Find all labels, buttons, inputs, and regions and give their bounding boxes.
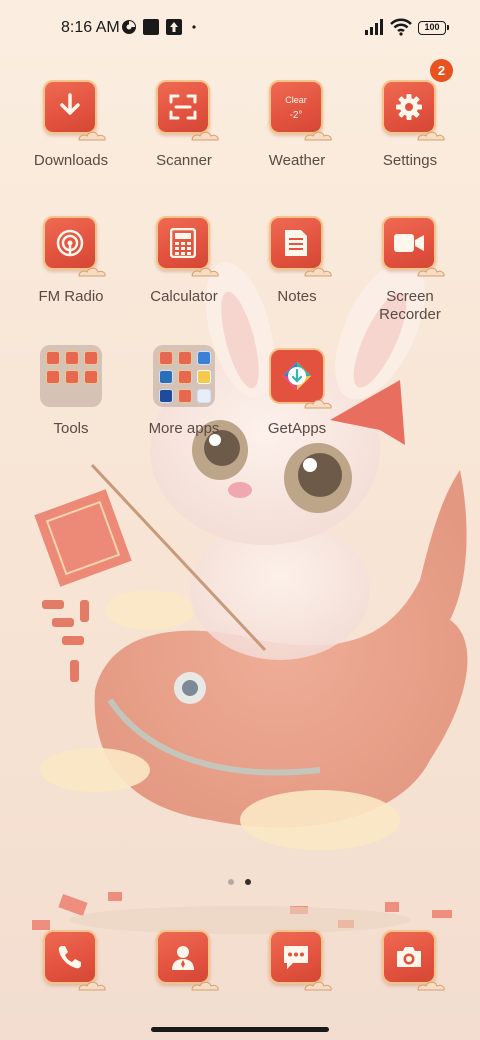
cloud-decoration-icon <box>304 981 332 991</box>
dock-camera[interactable] <box>378 926 445 991</box>
dock-messages[interactable] <box>265 926 332 991</box>
cloud-decoration-icon <box>78 131 106 141</box>
cloud-decoration-icon <box>78 267 106 277</box>
phone-icon <box>58 946 81 969</box>
app-label-settings: Settings <box>382 152 438 169</box>
weather-temperature: -2° <box>289 110 303 121</box>
cloud-decoration-icon <box>191 131 219 141</box>
folder-label-tools: Tools <box>53 420 89 437</box>
status-time: 8:16 AM <box>61 19 120 36</box>
notes-icon <box>285 230 307 256</box>
folder-more-apps[interactable]: More apps <box>128 344 240 438</box>
app-label-getapps: GetApps <box>267 420 327 437</box>
app-label-downloads: Downloads <box>33 152 109 169</box>
download-arrow-icon <box>60 93 80 115</box>
app-weather[interactable]: Clear -2° Weather <box>241 76 353 170</box>
weather-condition: Clear <box>285 95 307 105</box>
square-notification-icon <box>143 19 159 35</box>
video-camera-icon <box>394 234 424 252</box>
cloud-decoration-icon <box>304 267 332 277</box>
folder-icon <box>153 345 215 407</box>
data-saver-icon <box>122 20 136 34</box>
folder-tools[interactable]: Tools <box>15 344 127 438</box>
app-label-calculator: Calculator <box>150 288 218 305</box>
cloud-decoration-icon <box>78 981 106 991</box>
home-gesture-bar[interactable] <box>151 1027 329 1032</box>
scan-frame-icon <box>169 94 197 120</box>
app-settings[interactable]: Settings <box>354 76 466 170</box>
battery-icon: 100 <box>418 21 449 35</box>
signal-icon <box>365 19 383 35</box>
app-downloads[interactable]: Downloads <box>15 76 127 170</box>
app-getapps[interactable]: GetApps <box>241 344 353 438</box>
app-notes[interactable]: Notes <box>241 212 353 306</box>
cloud-decoration-icon <box>417 131 445 141</box>
app-label-notes: Notes <box>277 288 317 305</box>
app-label-scanner: Scanner <box>156 152 212 169</box>
app-label-weather: Weather <box>268 152 326 169</box>
app-label-fm-radio: FM Radio <box>38 288 104 305</box>
cloud-decoration-icon <box>417 981 445 991</box>
page-dot-1[interactable] <box>228 879 234 885</box>
cloud-decoration-icon <box>191 267 219 277</box>
cloud-decoration-icon <box>417 267 445 277</box>
cloud-decoration-icon <box>191 981 219 991</box>
weather-icon: Clear -2° <box>269 80 323 134</box>
folder-icon <box>40 345 102 407</box>
folder-label-more-apps: More apps <box>148 420 220 437</box>
camera-icon <box>397 947 421 967</box>
gear-icon <box>396 94 422 120</box>
calculator-icon <box>170 228 196 258</box>
cloud-decoration-icon <box>304 131 332 141</box>
app-label-screen-recorder-line1: Screen <box>386 288 434 305</box>
app-screen-recorder[interactable]: Screen Recorder <box>354 212 466 324</box>
status-bar: 8:16 AM 100 <box>0 0 480 56</box>
app-calculator[interactable]: Calculator <box>128 212 240 306</box>
page-dot-2-active[interactable] <box>245 879 251 885</box>
dot-icon <box>192 25 196 29</box>
contacts-icon <box>172 946 194 970</box>
radio-wave-icon <box>56 229 84 257</box>
messages-icon <box>284 946 308 969</box>
dock-contacts[interactable] <box>152 926 219 991</box>
dock-phone[interactable] <box>39 926 106 991</box>
app-scanner[interactable]: Scanner <box>128 76 240 170</box>
app-label-screen-recorder-line2: Recorder <box>379 306 441 323</box>
upload-arrow-icon <box>166 19 182 35</box>
cloud-decoration-icon <box>304 399 332 409</box>
app-fm-radio[interactable]: FM Radio <box>15 212 127 306</box>
settings-notification-badge: 2 <box>430 59 453 82</box>
wifi-icon <box>390 18 412 36</box>
